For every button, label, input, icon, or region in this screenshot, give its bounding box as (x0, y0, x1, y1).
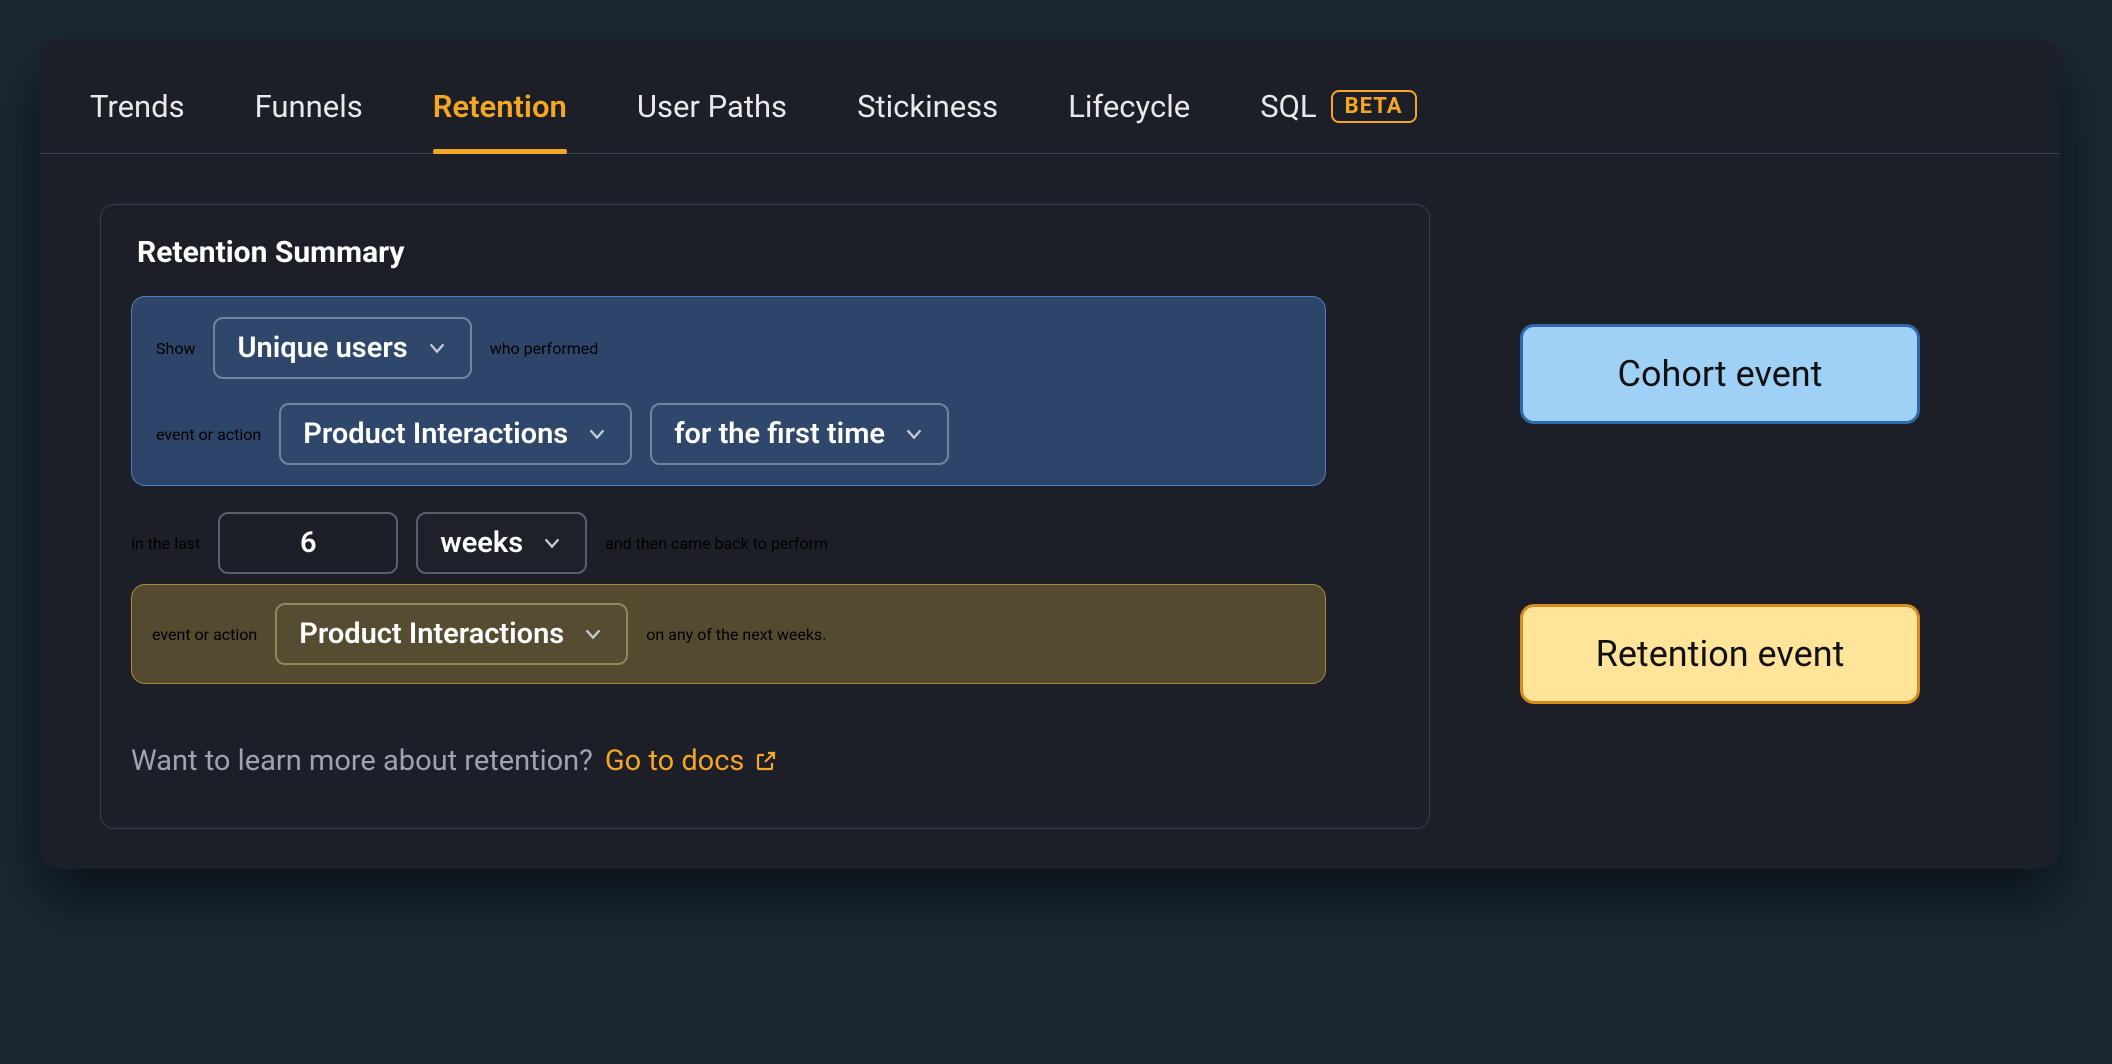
tab-sql-label: SQL (1260, 88, 1316, 125)
retention-summary-panel: Retention Summary Show Unique users who … (100, 204, 1430, 829)
text-event-or-action-2: event or action (152, 625, 257, 644)
first-time-dropdown-label: for the first time (674, 417, 885, 451)
retention-event-callout: Retention event (1520, 604, 1920, 704)
tab-retention[interactable]: Retention (433, 82, 567, 153)
tab-sql[interactable]: SQL BETA (1260, 82, 1416, 153)
cohort-event-dropdown-label: Product Interactions (303, 417, 568, 451)
docs-link-label: Go to docs (605, 744, 744, 778)
text-on-any-next: on any of the next weeks. (646, 625, 826, 644)
cohort-event-dropdown[interactable]: Product Interactions (279, 403, 632, 465)
external-link-icon (754, 749, 778, 773)
text-in-the-last: in the last (131, 534, 200, 553)
period-count-input[interactable]: 6 (218, 512, 398, 574)
first-time-dropdown[interactable]: for the first time (650, 403, 949, 465)
period-row: in the last 6 weeks and then came back t… (131, 512, 1399, 574)
period-unit-dropdown-label: weeks (440, 526, 523, 560)
app-window: Trends Funnels Retention User Paths Stic… (40, 40, 2060, 869)
tab-lifecycle[interactable]: Lifecycle (1068, 82, 1190, 153)
beta-badge: BETA (1331, 90, 1417, 123)
retention-event-block: event or action Product Interactions on … (131, 584, 1326, 684)
period-unit-dropdown[interactable]: weeks (416, 512, 587, 574)
chevron-down-icon (903, 423, 925, 445)
docs-question: Want to learn more about retention? (131, 744, 593, 778)
users-dropdown[interactable]: Unique users (213, 317, 471, 379)
tab-user-paths[interactable]: User Paths (637, 82, 787, 153)
chevron-down-icon (541, 532, 563, 554)
chevron-down-icon (582, 623, 604, 645)
tabs-row: Trends Funnels Retention User Paths Stic… (40, 60, 2060, 154)
text-event-or-action-1: event or action (156, 425, 261, 444)
docs-link[interactable]: Go to docs (605, 744, 778, 778)
side-annotations: Cohort event Retention event (1520, 204, 1920, 829)
text-show: Show (156, 339, 195, 358)
chevron-down-icon (426, 337, 448, 359)
retention-event-dropdown[interactable]: Product Interactions (275, 603, 628, 665)
text-came-back: and then came back to perform (605, 534, 828, 553)
tab-funnels[interactable]: Funnels (255, 82, 363, 153)
cohort-event-block: Show Unique users who performed event or… (131, 296, 1326, 486)
panel-title: Retention Summary (131, 235, 1399, 270)
text-who-performed: who performed (490, 339, 599, 358)
tab-trends[interactable]: Trends (90, 82, 185, 153)
cohort-event-callout: Cohort event (1520, 324, 1920, 424)
users-dropdown-label: Unique users (237, 331, 407, 365)
tab-stickiness[interactable]: Stickiness (857, 82, 998, 153)
chevron-down-icon (586, 423, 608, 445)
docs-row: Want to learn more about retention? Go t… (131, 744, 1399, 778)
retention-event-dropdown-label: Product Interactions (299, 617, 564, 651)
